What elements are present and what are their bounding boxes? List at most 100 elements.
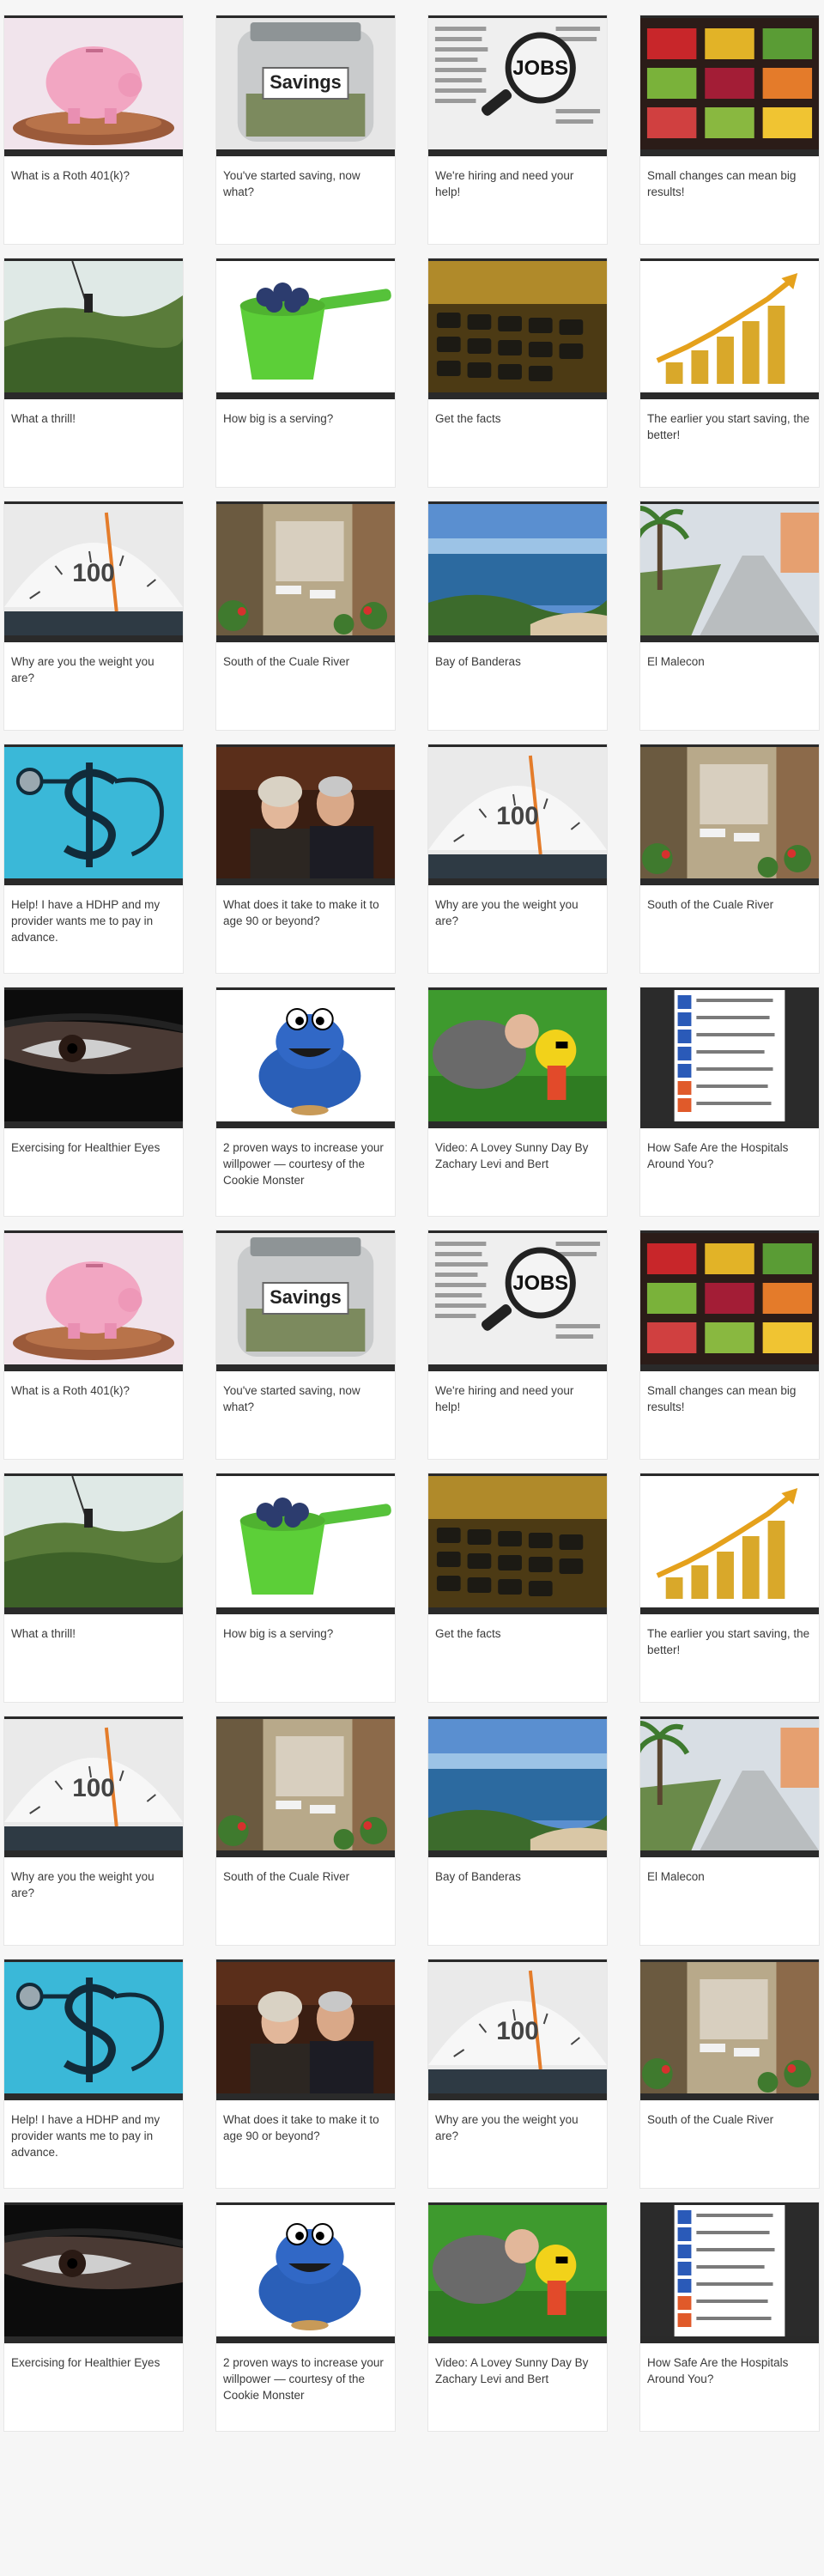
article-card[interactable]: Small changes can mean big results! (639, 1230, 820, 1460)
card-title[interactable]: South of the Cuale River (640, 2100, 819, 2128)
card-title[interactable]: What a thrill! (4, 1614, 183, 1642)
card-title[interactable]: El Malecon (640, 642, 819, 670)
article-card[interactable]: What is a Roth 401(k)? (3, 1230, 184, 1460)
article-card[interactable]: JOBS We're hiring and need your help! (427, 1230, 608, 1460)
card-title[interactable]: How big is a serving? (216, 399, 395, 427)
article-card[interactable]: Video: A Lovey Sunny Day By Zachary Levi… (427, 987, 608, 1217)
article-card[interactable]: Get the facts (427, 258, 608, 488)
article-card[interactable]: The earlier you start saving, the better… (639, 1473, 820, 1703)
article-card[interactable]: 100 Why are you the weight you are? (427, 744, 608, 974)
card-title[interactable]: South of the Cuale River (216, 642, 395, 670)
street-cafe-thumbnail[interactable] (216, 501, 395, 642)
produce-thumbnail[interactable] (640, 1230, 819, 1371)
card-title[interactable]: Help! I have a HDHP and my provider want… (4, 2100, 183, 2160)
article-card[interactable]: How big is a serving? (215, 258, 396, 488)
card-title[interactable]: Why are you the weight you are? (4, 642, 183, 686)
article-card[interactable]: Help! I have a HDHP and my provider want… (3, 1959, 184, 2189)
article-card[interactable]: 100 Why are you the weight you are? (3, 501, 184, 731)
piggy-bank-thumbnail[interactable] (4, 15, 183, 156)
scale-thumbnail[interactable]: 100 (4, 1716, 183, 1857)
card-title[interactable]: How big is a serving? (216, 1614, 395, 1642)
card-title[interactable]: You've started saving, now what? (216, 1371, 395, 1415)
card-title[interactable]: The earlier you start saving, the better… (640, 399, 819, 443)
card-title[interactable]: The earlier you start saving, the better… (640, 1614, 819, 1658)
card-title[interactable]: 2 proven ways to increase your willpower… (216, 1128, 395, 1188)
card-title[interactable]: What does it take to make it to age 90 o… (216, 2100, 395, 2144)
article-card[interactable]: What is a Roth 401(k)? (3, 15, 184, 245)
article-card[interactable]: Exercising for Healthier Eyes (3, 2202, 184, 2432)
article-card[interactable]: How Safe Are the Hospitals Around You? (639, 2202, 820, 2432)
scale-thumbnail[interactable]: 100 (4, 501, 183, 642)
coin-growth-thumbnail[interactable] (640, 1473, 819, 1614)
calculator-thumbnail[interactable] (428, 258, 607, 399)
newspaper-jobs-thumbnail[interactable]: JOBS (428, 1230, 607, 1371)
article-card[interactable]: El Malecon (639, 501, 820, 731)
article-card[interactable]: South of the Cuale River (639, 1959, 820, 2189)
article-card[interactable]: Help! I have a HDHP and my provider want… (3, 744, 184, 974)
hospital-list-thumbnail[interactable] (640, 987, 819, 1128)
card-title[interactable]: Get the facts (428, 1614, 607, 1642)
zipline-thumbnail[interactable] (4, 258, 183, 399)
lying-grass-thumbnail[interactable] (428, 2202, 607, 2343)
bay-thumbnail[interactable] (428, 1716, 607, 1857)
malecon-thumbnail[interactable] (640, 1716, 819, 1857)
card-title[interactable]: Bay of Banderas (428, 1857, 607, 1885)
article-card[interactable]: Get the facts (427, 1473, 608, 1703)
article-card[interactable]: South of the Cuale River (215, 1716, 396, 1946)
scale-thumbnail[interactable]: 100 (428, 1959, 607, 2100)
article-card[interactable]: What a thrill! (3, 258, 184, 488)
article-card[interactable]: Bay of Banderas (427, 1716, 608, 1946)
article-card[interactable]: What does it take to make it to age 90 o… (215, 1959, 396, 2189)
cookie-monster-thumbnail[interactable] (216, 2202, 395, 2343)
card-title[interactable]: Exercising for Healthier Eyes (4, 2343, 183, 2371)
article-card[interactable]: How Safe Are the Hospitals Around You? (639, 987, 820, 1217)
eye-thumbnail[interactable] (4, 2202, 183, 2343)
dollar-stethoscope-thumbnail[interactable] (4, 744, 183, 885)
eye-thumbnail[interactable] (4, 987, 183, 1128)
article-card[interactable]: Bay of Banderas (427, 501, 608, 731)
article-card[interactable]: The earlier you start saving, the better… (639, 258, 820, 488)
article-card[interactable]: Video: A Lovey Sunny Day By Zachary Levi… (427, 2202, 608, 2432)
article-card[interactable]: 2 proven ways to increase your willpower… (215, 987, 396, 1217)
card-title[interactable]: You've started saving, now what? (216, 156, 395, 200)
malecon-thumbnail[interactable] (640, 501, 819, 642)
elderly-couple-thumbnail[interactable] (216, 744, 395, 885)
card-title[interactable]: What does it take to make it to age 90 o… (216, 885, 395, 929)
article-card[interactable]: JOBS We're hiring and need your help! (427, 15, 608, 245)
blueberry-cup-thumbnail[interactable] (216, 1473, 395, 1614)
card-title[interactable]: What is a Roth 401(k)? (4, 156, 183, 184)
street-cafe-thumbnail[interactable] (640, 1959, 819, 2100)
article-card[interactable]: El Malecon (639, 1716, 820, 1946)
card-title[interactable]: Video: A Lovey Sunny Day By Zachary Levi… (428, 1128, 607, 1172)
card-title[interactable]: Get the facts (428, 399, 607, 427)
card-title[interactable]: What is a Roth 401(k)? (4, 1371, 183, 1399)
card-title[interactable]: We're hiring and need your help! (428, 156, 607, 200)
article-card[interactable]: What a thrill! (3, 1473, 184, 1703)
card-title[interactable]: Small changes can mean big results! (640, 156, 819, 200)
article-card[interactable]: South of the Cuale River (639, 744, 820, 974)
street-cafe-thumbnail[interactable] (216, 1716, 395, 1857)
lying-grass-thumbnail[interactable] (428, 987, 607, 1128)
article-card[interactable]: Exercising for Healthier Eyes (3, 987, 184, 1217)
piggy-bank-thumbnail[interactable] (4, 1230, 183, 1371)
article-card[interactable]: 100 Why are you the weight you are? (3, 1716, 184, 1946)
card-title[interactable]: Video: A Lovey Sunny Day By Zachary Levi… (428, 2343, 607, 2387)
card-title[interactable]: El Malecon (640, 1857, 819, 1885)
card-title[interactable]: South of the Cuale River (216, 1857, 395, 1885)
card-title[interactable]: How Safe Are the Hospitals Around You? (640, 2343, 819, 2387)
cookie-monster-thumbnail[interactable] (216, 987, 395, 1128)
article-card[interactable]: 100 Why are you the weight you are? (427, 1959, 608, 2189)
savings-jar-thumbnail[interactable]: Savings (216, 1230, 395, 1371)
card-title[interactable]: Why are you the weight you are? (4, 1857, 183, 1901)
produce-thumbnail[interactable] (640, 15, 819, 156)
card-title[interactable]: Bay of Banderas (428, 642, 607, 670)
hospital-list-thumbnail[interactable] (640, 2202, 819, 2343)
scale-thumbnail[interactable]: 100 (428, 744, 607, 885)
card-title[interactable]: What a thrill! (4, 399, 183, 427)
card-title[interactable]: Why are you the weight you are? (428, 2100, 607, 2144)
zipline-thumbnail[interactable] (4, 1473, 183, 1614)
card-title[interactable]: Why are you the weight you are? (428, 885, 607, 929)
card-title[interactable]: Help! I have a HDHP and my provider want… (4, 885, 183, 945)
street-cafe-thumbnail[interactable] (640, 744, 819, 885)
card-title[interactable]: South of the Cuale River (640, 885, 819, 913)
